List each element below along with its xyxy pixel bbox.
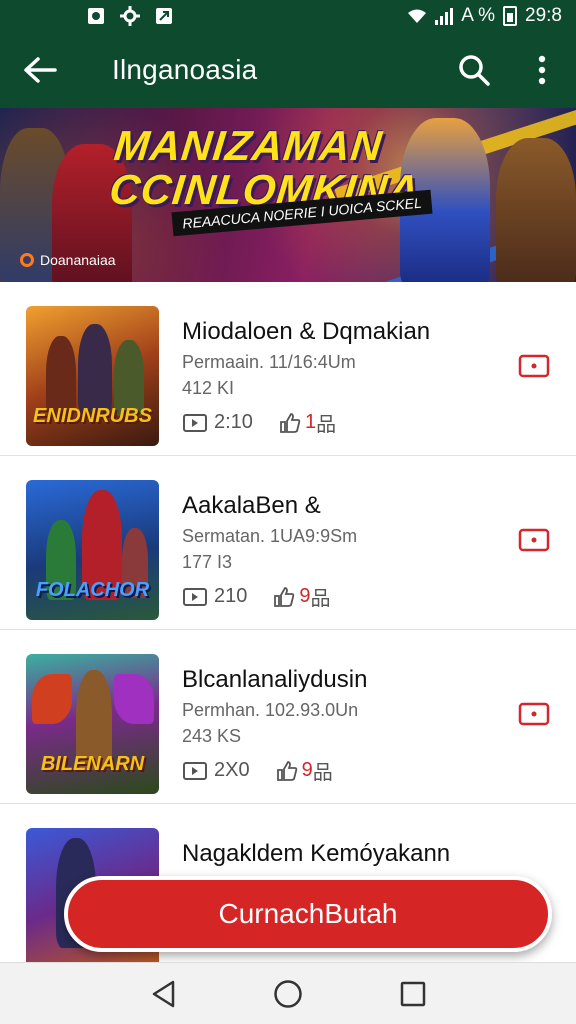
list-item[interactable]: ENIDNRUBS Miodaloen & Dqmakian Permaain.… xyxy=(0,282,576,456)
status-bar: A % 29:8 xyxy=(0,0,576,32)
nav-recents-button[interactable] xyxy=(383,963,443,1024)
views-icon xyxy=(182,586,208,608)
status-indicator: A % xyxy=(461,5,496,26)
item-title: Miodaloen & Dqmakian xyxy=(182,318,431,345)
image-icon xyxy=(154,7,174,25)
search-icon xyxy=(459,55,490,86)
video-list: ENIDNRUBS Miodaloen & Dqmakian Permaain.… xyxy=(0,282,576,978)
like-button[interactable]: 1 品 xyxy=(279,408,336,437)
system-nav-bar xyxy=(0,962,576,1024)
item-meta: Permhan. 102.93.0Un xyxy=(182,700,359,720)
list-item[interactable]: FOLACHOR AakalaBen & Sermatan. 1UA9:9Sm … xyxy=(0,456,576,630)
item-likes-suffix: 品 xyxy=(316,414,337,436)
item-views: 210 xyxy=(214,585,248,607)
circle-home-icon xyxy=(274,979,302,1008)
list-item[interactable]: BILENARN Blcanlanaliydusin Permhan. 102.… xyxy=(0,630,576,804)
battery-icon xyxy=(503,6,518,26)
item-meta: Sermatan. 1UA9:9Sm xyxy=(182,526,358,546)
play-button[interactable] xyxy=(518,702,550,731)
play-icon xyxy=(518,354,550,378)
like-button[interactable]: 9 品 xyxy=(276,756,333,785)
page-title: Ilnganoasia xyxy=(112,54,258,85)
item-title: Blcanlanaliydusin xyxy=(182,666,368,693)
nav-back-button[interactable] xyxy=(133,963,193,1024)
gear-icon xyxy=(120,6,140,26)
brand-logo-icon xyxy=(20,253,34,267)
item-title: Nagakldem Kemóyakann xyxy=(182,840,451,867)
item-thumbnail[interactable]: FOLACHOR xyxy=(26,480,159,620)
item-size: 412 KI xyxy=(182,378,235,398)
item-meta: Permaain. 11/16:4Um xyxy=(182,352,356,372)
nav-home-button[interactable] xyxy=(258,963,318,1024)
banner-brand: Doananaiaa xyxy=(20,252,116,268)
item-likes: 9 xyxy=(301,759,313,781)
play-button[interactable] xyxy=(518,354,550,383)
item-views: 2X0 xyxy=(214,759,250,781)
item-views: 2:10 xyxy=(214,411,253,433)
views-icon xyxy=(182,412,208,434)
item-likes: 9 xyxy=(299,585,311,607)
triangle-back-icon xyxy=(152,980,174,1007)
play-icon xyxy=(518,702,550,726)
item-title: AakalaBen & xyxy=(182,492,321,519)
like-button[interactable]: 9 品 xyxy=(273,582,331,611)
signal-icon xyxy=(435,7,454,25)
more-options-button[interactable] xyxy=(508,32,576,108)
item-likes: 1 xyxy=(304,411,317,433)
primary-action-button[interactable]: CurnachButah xyxy=(64,876,552,952)
item-size: 243 KS xyxy=(182,726,242,746)
thumbs-up-icon xyxy=(276,760,297,781)
app-bar: Ilnganoasia xyxy=(0,32,576,108)
back-button[interactable] xyxy=(0,32,80,108)
more-vert-icon xyxy=(538,55,546,85)
banner-hero-figure xyxy=(496,138,576,282)
item-thumbnail[interactable]: BILENARN xyxy=(26,654,159,794)
item-likes-suffix: 品 xyxy=(312,762,333,784)
play-button[interactable] xyxy=(518,528,550,557)
play-icon xyxy=(518,528,550,552)
search-button[interactable] xyxy=(440,32,508,108)
wifi-icon xyxy=(407,7,427,25)
item-thumbnail[interactable]: ENIDNRUBS xyxy=(26,306,159,446)
notification-icon xyxy=(86,7,106,25)
thumbs-up-icon xyxy=(280,412,301,433)
square-recents-icon xyxy=(401,981,426,1006)
status-time: 29:8 xyxy=(525,5,562,26)
promo-banner[interactable]: MANIZAMAN CCINLOMKINA REAACUCA NOERIE I … xyxy=(0,108,576,282)
thumbs-up-icon xyxy=(274,586,295,607)
views-icon xyxy=(182,760,208,782)
arrow-left-icon xyxy=(24,57,57,83)
item-size: 177 I3 xyxy=(182,552,233,572)
item-likes-suffix: 品 xyxy=(310,588,331,610)
